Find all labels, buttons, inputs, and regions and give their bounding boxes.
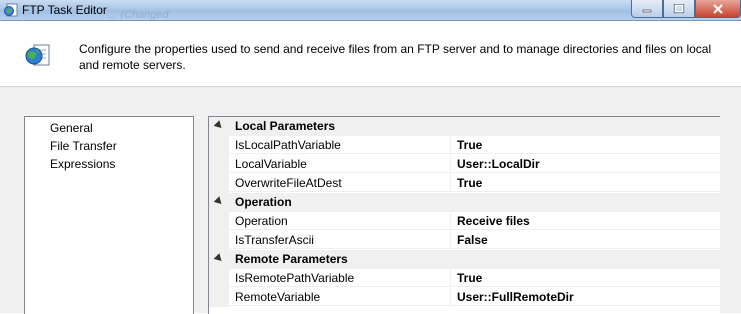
window-title: FTP Task Editor <box>22 3 107 17</box>
property-row[interactable]: OverwriteFileAtDest True <box>209 174 720 193</box>
property-row[interactable]: Operation Receive files <box>209 212 720 231</box>
category-label: Local Parameters <box>229 117 720 136</box>
property-grid[interactable]: Local Parameters IsLocalPathVariable Tru… <box>208 116 721 314</box>
maximize-button[interactable] <box>663 0 695 18</box>
header-description: Configure the properties used to send an… <box>79 42 712 72</box>
property-value[interactable]: User::LocalDir <box>451 155 720 173</box>
property-row[interactable]: IsTransferAscii False <box>209 231 720 250</box>
nav-item-general[interactable]: General <box>50 120 93 137</box>
collapse-icon[interactable] <box>213 253 225 264</box>
ftp-task-icon <box>4 3 18 17</box>
property-name[interactable]: RemoteVariable <box>229 288 451 306</box>
window-controls <box>631 0 741 18</box>
close-button[interactable] <box>695 0 741 18</box>
category-label: Operation <box>229 193 720 212</box>
collapse-icon[interactable] <box>213 120 225 131</box>
property-value[interactable]: User::FullRemoteDir <box>451 288 720 306</box>
property-value[interactable]: True <box>451 269 720 287</box>
nav-item-file-transfer[interactable]: File Transfer <box>50 138 117 155</box>
property-row[interactable]: IsLocalPathVariable True <box>209 136 720 155</box>
dialog-margin-right <box>720 116 741 313</box>
background-window-text: ... (Changed <box>108 9 169 21</box>
property-value[interactable]: Receive files <box>451 212 720 230</box>
category-row-remote-parameters[interactable]: Remote Parameters <box>209 250 720 269</box>
property-value[interactable]: True <box>451 136 720 154</box>
property-value[interactable]: True <box>451 174 720 192</box>
collapse-icon[interactable] <box>213 196 225 207</box>
nav-item-expressions[interactable]: Expressions <box>50 156 115 173</box>
category-row-local-parameters[interactable]: Local Parameters <box>209 117 720 136</box>
property-name[interactable]: IsRemotePathVariable <box>229 269 451 287</box>
minimize-button[interactable] <box>631 0 663 18</box>
globe-document-icon <box>24 41 52 69</box>
property-name[interactable]: Operation <box>229 212 451 230</box>
property-name[interactable]: IsTransferAscii <box>229 231 451 249</box>
category-row-operation[interactable]: Operation <box>209 193 720 212</box>
maximize-icon <box>673 3 685 13</box>
property-value[interactable]: False <box>451 231 720 249</box>
minimize-icon <box>642 9 652 12</box>
page-navigation-list[interactable]: General File Transfer Expressions <box>24 116 194 314</box>
property-row[interactable]: LocalVariable User::LocalDir <box>209 155 720 174</box>
title-bar[interactable]: FTP Task Editor ... (Changed <box>0 0 741 21</box>
property-name[interactable]: OverwriteFileAtDest <box>229 174 451 192</box>
property-name[interactable]: LocalVariable <box>229 155 451 173</box>
property-row[interactable]: RemoteVariable User::FullRemoteDir <box>209 288 720 307</box>
property-row[interactable]: IsRemotePathVariable True <box>209 269 720 288</box>
close-icon <box>713 3 723 14</box>
category-label: Remote Parameters <box>229 250 720 269</box>
property-name[interactable]: IsLocalPathVariable <box>229 136 451 154</box>
